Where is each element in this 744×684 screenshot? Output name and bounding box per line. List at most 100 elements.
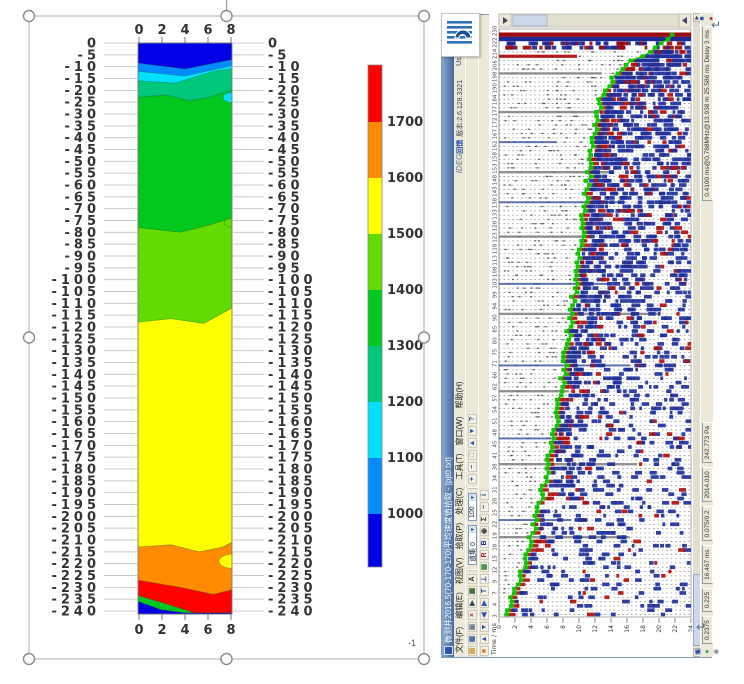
new-pick-icon[interactable]: ■	[480, 646, 489, 656]
brand-logo: IDEG	[455, 154, 464, 174]
paragraph-mark: ↵	[696, 620, 706, 634]
trace-number-label: 99	[493, 291, 499, 298]
x-tick-bottom: 2	[157, 623, 166, 638]
selection-handle[interactable]	[419, 654, 430, 665]
title-bar[interactable]: 微测井2016.5(70-170-170)平均速度值拾取 - [pjt0.txt…	[442, 15, 454, 657]
selection-handle[interactable]	[419, 332, 430, 343]
gain-combo[interactable]: 100▼	[468, 493, 477, 521]
selection-handle[interactable]	[24, 11, 35, 22]
move-left-icon[interactable]: ◀	[480, 610, 489, 620]
trace-number-label: 22	[493, 521, 499, 528]
status-connect-icon: ▣	[694, 647, 703, 656]
menu-item[interactable]: 视图(V)	[455, 553, 464, 588]
trace-number-label: 31	[493, 486, 499, 493]
colorbar-label: 1000	[387, 507, 423, 522]
colorbar-label: 1100	[387, 451, 423, 466]
time-tick-label: 2	[512, 625, 519, 629]
x-tick-top: 2	[157, 23, 166, 38]
menu-item[interactable]: 拾取(P)	[455, 519, 464, 554]
blue-fill-icon[interactable]: B	[480, 538, 489, 548]
trace-number-label: 153	[493, 163, 499, 174]
grid-icon[interactable]: ▦	[468, 586, 477, 596]
x-tick-top: 8	[226, 23, 235, 38]
app-window: 微测井2016.5(70-170-170)平均速度值拾取 - [pjt0.txt…	[441, 14, 712, 658]
info-icon[interactable]: i	[480, 490, 489, 500]
shift-down-icon[interactable]: ▼	[480, 622, 489, 632]
trace-number-label: 38	[493, 463, 499, 470]
help-icon[interactable]: ?	[468, 414, 477, 424]
velocity-depth-contour-chart: 00-5-5-10-10-15-15-20-20-25-25-30-30-35-…	[0, 0, 440, 679]
red-fill-icon[interactable]: R	[480, 550, 489, 560]
trace-number-label: 118	[493, 243, 499, 254]
selection-handle[interactable]	[221, 11, 232, 22]
vscrollbar-thumb[interactable]	[513, 15, 547, 26]
wave-icon[interactable]: ~	[480, 502, 489, 512]
save-icon[interactable]: ▦	[468, 634, 477, 644]
trace-number-label: 18	[493, 543, 499, 550]
grid-toggle-icon[interactable]: ▦	[480, 562, 489, 572]
selection-handle[interactable]	[419, 11, 430, 22]
select-arrow-icon[interactable]: ▶	[468, 598, 477, 608]
trace-number-label: 172	[493, 118, 499, 129]
zoom-in-icon[interactable]: +	[468, 474, 477, 484]
selection-handle[interactable]	[221, 654, 232, 665]
colorbar-label: 1200	[387, 395, 423, 410]
view-icon[interactable]: ◉	[480, 526, 489, 536]
depth-label-left: -240	[51, 604, 100, 619]
time-tick-label: 22	[672, 625, 679, 633]
trace-number-label: 80	[493, 337, 499, 344]
x-tick-bottom: 0	[134, 623, 143, 638]
time-tick-label: 18	[640, 625, 647, 633]
zoom-out-icon[interactable]: −	[468, 462, 477, 472]
contour-figure[interactable]: 00-5-5-10-10-15-15-20-20-25-25-30-30-35-…	[0, 0, 440, 679]
trace-number-label: 123	[493, 232, 499, 243]
version-label: 版本:2.6.128.3321	[455, 80, 465, 137]
menu-item[interactable]: 帮助(H)	[455, 377, 464, 412]
menu-item[interactable]: 文件(F)	[455, 623, 464, 657]
open-folder-icon[interactable]: ▤	[468, 646, 477, 656]
trace-number-label: 162	[493, 140, 499, 151]
trace-number-label: 94	[493, 302, 499, 309]
menu-item[interactable]: 工具(T)	[455, 449, 464, 483]
time-tick-label: 16	[624, 625, 631, 633]
trace-number-label: 41	[493, 452, 499, 459]
sum-icon[interactable]: Σ	[480, 514, 489, 524]
fit-view-icon[interactable]: □	[468, 450, 477, 460]
trace-number-label: 206	[493, 60, 499, 71]
chevron-down-icon[interactable]: ▼	[469, 494, 476, 501]
trace-number-label: 128	[493, 220, 499, 231]
trace-number-label: 133	[493, 209, 499, 220]
trace-number-label: 48	[493, 428, 499, 435]
selection-handle[interactable]	[24, 654, 35, 665]
trace-number-label: 230	[493, 25, 499, 36]
menu-item[interactable]: 窗口(W)	[455, 413, 464, 450]
colorbar-segment	[368, 234, 382, 290]
trace-number-label: 28	[493, 497, 499, 504]
selection-handle[interactable]	[24, 332, 35, 343]
trace-number-label: 108	[493, 266, 499, 277]
x-tick-top: 6	[203, 23, 212, 38]
trace-number-label: 15	[493, 555, 499, 562]
trace-combo[interactable]: 道集 0▼	[468, 525, 477, 565]
print-icon[interactable]: ▣	[468, 622, 477, 632]
colorbar-segment	[368, 514, 382, 567]
text-icon[interactable]: A	[468, 574, 477, 584]
chevron-down-icon[interactable]: ▼	[469, 526, 476, 533]
prev-trace-icon[interactable]: ▲	[468, 438, 477, 448]
move-right-icon[interactable]: ▶	[480, 598, 489, 608]
menu-item[interactable]: 处理(C)	[455, 484, 464, 519]
seismic-trace-view[interactable]: Time / ms0246810121416182022243479121518…	[489, 13, 692, 657]
status-field: 2014.010	[702, 467, 713, 502]
trace-number-label: 62	[493, 383, 499, 390]
x-tick-top: 4	[180, 23, 189, 38]
trace-number-label: 148	[493, 174, 499, 185]
top-mute-icon[interactable]: T	[480, 586, 489, 596]
menu-item[interactable]: 编辑(E)	[455, 588, 464, 623]
seismic-app-screenshot: 微测井2016.5(70-170-170)平均速度值拾取 - [pjt0.txt…	[441, 14, 712, 658]
next-trace-icon[interactable]: ▼	[468, 426, 477, 436]
bottom-mute-icon[interactable]: ⊥	[480, 574, 489, 584]
horizontal-scrollbar[interactable]: ◀ ▶	[692, 13, 700, 657]
shift-up-icon[interactable]: ▲	[480, 634, 489, 644]
cut-icon[interactable]: ×	[468, 610, 477, 620]
trace-number-label: 184	[493, 94, 499, 105]
